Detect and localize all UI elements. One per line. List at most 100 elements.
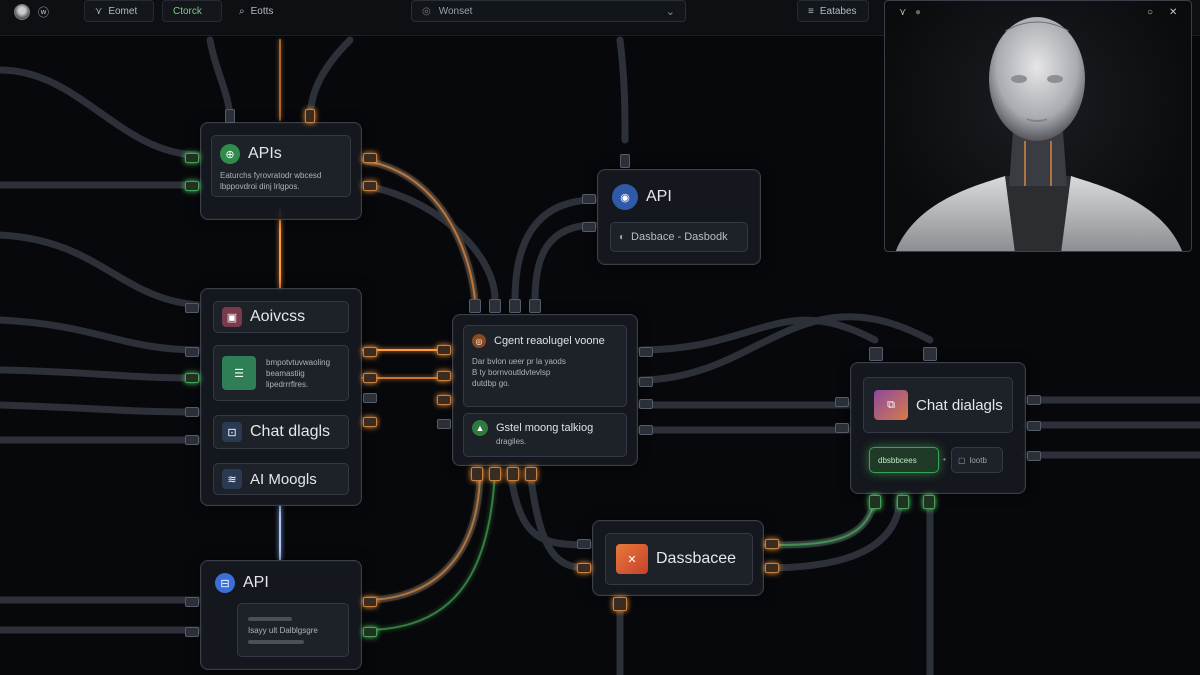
toolbar-button-3-label: Eotts	[250, 5, 274, 17]
input-port[interactable]	[185, 153, 199, 163]
api-bottom-node[interactable]: ⊟ API Isayy ult Dalblgsgre	[185, 560, 377, 670]
top-port[interactable]	[305, 109, 315, 123]
tool-chip[interactable]: ▢ lootb	[951, 447, 1003, 473]
bottom-port[interactable]	[507, 467, 519, 481]
database-title: Dassbacee	[656, 550, 737, 567]
workspace-dropdown[interactable]: ◎ Wonset ⌄	[411, 0, 686, 22]
input-port[interactable]	[185, 627, 199, 637]
input-port[interactable]	[437, 419, 451, 429]
toolbar-button-1[interactable]: ⋎ Eomet	[84, 0, 154, 22]
output-port[interactable]	[363, 393, 377, 403]
input-port[interactable]	[185, 347, 199, 357]
database-icon: ⊟	[215, 573, 235, 593]
api-icon: ⊕	[220, 144, 240, 164]
video-feed-panel[interactable]: ⋎ ● ○ ✕	[884, 0, 1192, 252]
talking-description: dragiles.	[496, 437, 527, 446]
input-port[interactable]	[185, 407, 199, 417]
bottom-port[interactable]	[897, 495, 909, 509]
output-port[interactable]	[1027, 395, 1041, 405]
input-port[interactable]	[185, 597, 199, 607]
agent-title: Cgent reaolugel voone	[494, 335, 605, 347]
api-bottom-description: Isayy ult Dalblgsgre	[248, 625, 318, 635]
top-port[interactable]	[620, 154, 630, 168]
input-port[interactable]	[577, 563, 591, 573]
top-port[interactable]	[529, 299, 541, 313]
api-bottom-title: API	[243, 574, 269, 591]
database-button[interactable]: ≡ Eatabes	[797, 0, 869, 22]
bottom-port[interactable]	[471, 467, 483, 481]
input-port[interactable]	[835, 397, 849, 407]
input-port[interactable]	[185, 303, 199, 313]
advcss-description: bmpotvtuvwaoling beamastiig lipedrrrflre…	[266, 357, 331, 389]
api-top-subtitle: Dasbace - Dasbodk	[631, 231, 728, 243]
chat-icon: ⊡	[222, 422, 242, 442]
input-port[interactable]	[185, 435, 199, 445]
status-badge-label: dbsbbcees	[878, 455, 917, 465]
output-port[interactable]	[765, 539, 779, 549]
top-port[interactable]	[469, 299, 481, 313]
output-port[interactable]	[765, 563, 779, 573]
bottom-port[interactable]	[489, 467, 501, 481]
app-logo[interactable]: ⓦ	[14, 4, 50, 20]
bottom-port[interactable]	[923, 495, 935, 509]
input-port[interactable]	[577, 539, 591, 549]
status-dot-icon: ◎	[422, 5, 431, 17]
output-port[interactable]	[639, 347, 653, 357]
agent-center-node[interactable]: ◎ Cgent reaolugel voone Dar bvlon ueer p…	[437, 299, 653, 481]
status-badge[interactable]: dbsbbcees	[869, 447, 939, 473]
output-port[interactable]	[363, 597, 377, 607]
agent-description: Dar bvlon ueer pr la yaods B ty bornvout…	[472, 357, 566, 388]
api-top-node[interactable]: ◉ API ◐ Dasbace - Dasbodk	[582, 154, 761, 265]
output-port[interactable]	[363, 373, 377, 383]
chat-window-icon: ☰	[222, 356, 256, 390]
input-port[interactable]	[437, 371, 451, 381]
apis-description: Eaturchs fyrovratodr wbcesd lbppovdroi d…	[220, 171, 322, 191]
dropdown-value: Wonset	[438, 5, 473, 17]
database-node[interactable]: ✕ Dassbacee	[577, 520, 779, 611]
output-port[interactable]	[639, 377, 653, 387]
toolbar-button-2[interactable]: Ctorck	[162, 0, 222, 22]
input-port[interactable]	[582, 194, 596, 204]
model-icon: ≋	[222, 469, 242, 489]
top-port[interactable]	[225, 109, 235, 123]
search-icon: ⌕	[239, 5, 245, 17]
chat-dialogs-node[interactable]: ⧉ Chat dialagls dbsbbcees • ▢ lootb	[835, 347, 1041, 509]
talk-icon: ▲	[472, 420, 488, 436]
input-port[interactable]	[582, 222, 596, 232]
top-port[interactable]	[489, 299, 501, 313]
input-port[interactable]	[437, 395, 451, 405]
output-port[interactable]	[1027, 451, 1041, 461]
input-port[interactable]	[835, 423, 849, 433]
bottom-port[interactable]	[613, 597, 627, 611]
output-port[interactable]	[639, 399, 653, 409]
logo-text: ⓦ	[38, 7, 50, 19]
apis-title: APIs	[248, 145, 282, 162]
input-port[interactable]	[185, 373, 199, 383]
input-port[interactable]	[437, 345, 451, 355]
placeholder-line	[248, 616, 292, 621]
bottom-port[interactable]	[525, 467, 537, 481]
top-port[interactable]	[509, 299, 521, 313]
top-port[interactable]	[869, 347, 883, 361]
apis-node[interactable]: ⊕ APIs Eaturchs fyrovratodr wbcesd lbppo…	[185, 109, 377, 220]
top-port[interactable]	[923, 347, 937, 361]
shield-icon: ▣	[222, 307, 242, 327]
database-button-label: Eatabes	[819, 5, 857, 17]
output-port[interactable]	[363, 347, 377, 357]
output-port[interactable]	[363, 627, 377, 637]
list-icon: ≡	[808, 5, 814, 17]
tool-chip-label: lootb	[969, 455, 987, 465]
toolbar-button-2-label: Ctorck	[173, 5, 202, 17]
output-port[interactable]	[363, 417, 377, 427]
output-port[interactable]	[639, 425, 653, 435]
avatar[interactable]	[14, 4, 30, 20]
chat-window-icon: ⧉	[874, 390, 908, 420]
bottom-port[interactable]	[869, 495, 881, 509]
output-port[interactable]	[1027, 421, 1041, 431]
output-port[interactable]	[363, 181, 377, 191]
output-port[interactable]	[363, 153, 377, 163]
toolbar-search-button[interactable]: ⌕ Eotts	[228, 0, 300, 22]
toolbar-button-1-label: Eomet	[108, 5, 138, 17]
advcss-node[interactable]: ▣ Aoivcss ☰ bmpotvtuvwaoling beamastiig …	[185, 288, 377, 506]
input-port[interactable]	[185, 181, 199, 191]
